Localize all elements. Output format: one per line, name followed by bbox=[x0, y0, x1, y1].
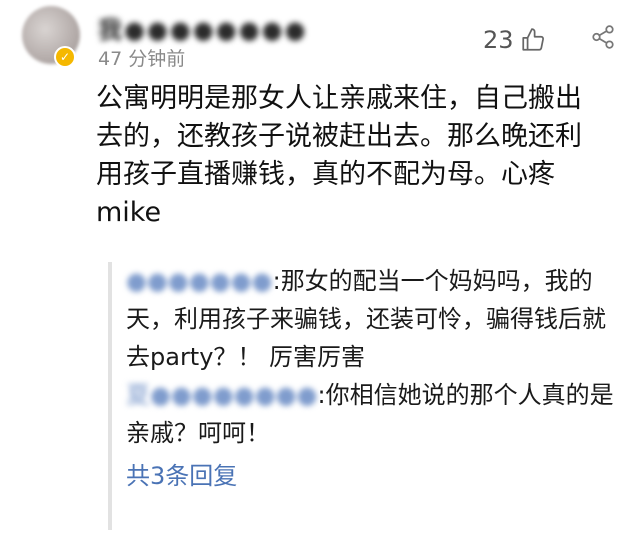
thumb-up-icon bbox=[520, 27, 546, 53]
like-count: 23 bbox=[483, 26, 514, 54]
more-replies-link[interactable]: 共3条回复 bbox=[126, 456, 618, 496]
comment-username[interactable]: 我●●●●●●●● bbox=[98, 10, 308, 45]
reply-username[interactable]: 夏●●●●●●●● bbox=[126, 381, 318, 409]
comment-text: 公寓明明是那女人让亲戚来住，自己搬出 去的，还教孩子说被赶出去。那么晚还利 用孩… bbox=[96, 83, 582, 228]
comment-time: 47 分钟前 bbox=[98, 48, 186, 70]
reply-separator: : bbox=[272, 267, 281, 295]
reply-separator: : bbox=[317, 381, 326, 409]
reply-thread: ●●●●●●●:那女的配当一个妈妈吗，我的天，利用孩子来骗钱，还装可怜，骗得钱后… bbox=[108, 262, 618, 530]
share-icon[interactable] bbox=[590, 24, 616, 50]
reply-item[interactable]: 夏●●●●●●●●:你相信她说的那个人真的是亲戚？呵呵！ bbox=[126, 376, 618, 452]
reply-username[interactable]: ●●●●●●● bbox=[126, 267, 273, 295]
reply-item[interactable]: ●●●●●●●:那女的配当一个妈妈吗，我的天，利用孩子来骗钱，还装可怜，骗得钱后… bbox=[126, 262, 618, 376]
like-button[interactable]: 23 bbox=[483, 26, 546, 54]
verified-badge-icon: ✓ bbox=[54, 46, 76, 68]
